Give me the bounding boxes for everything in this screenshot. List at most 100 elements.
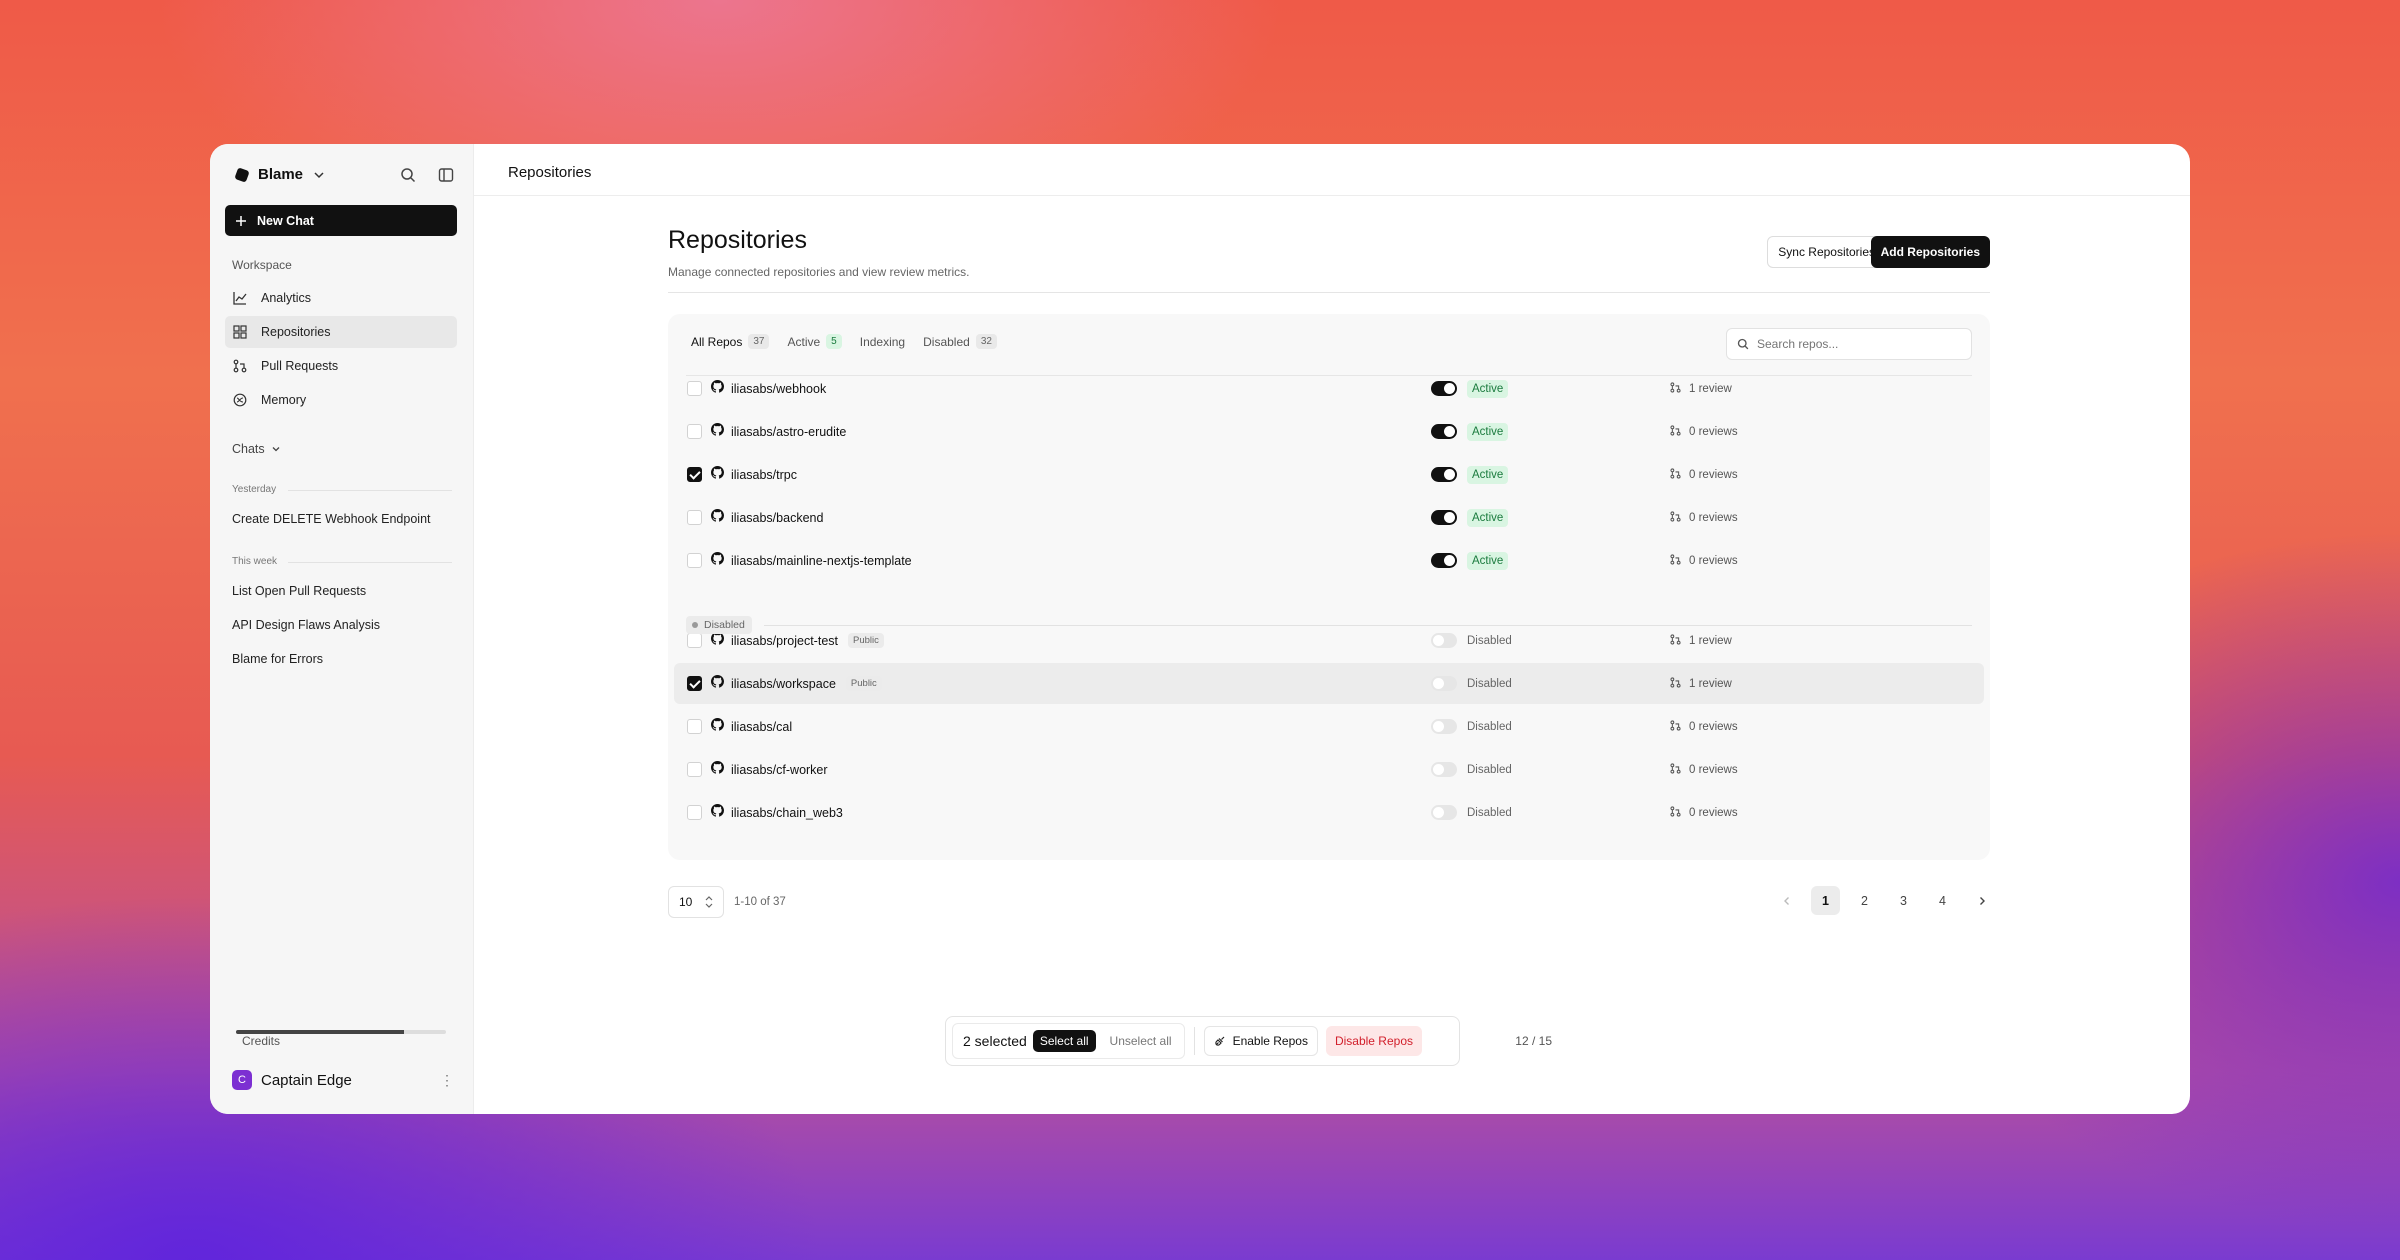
more-vertical-icon[interactable]: ⋮ bbox=[440, 1072, 454, 1089]
repo-name[interactable]: iliasabs/webhook bbox=[731, 382, 826, 396]
tab-indexing[interactable]: Indexing bbox=[860, 335, 905, 349]
repo-name-cell: iliasabs/cal bbox=[731, 720, 792, 734]
disable-repos-button[interactable]: Disable Repos bbox=[1325, 1026, 1422, 1056]
enable-toggle[interactable] bbox=[1431, 424, 1457, 439]
enable-toggle[interactable] bbox=[1431, 553, 1457, 568]
status-badge: Active bbox=[1467, 422, 1509, 441]
pull-request-icon bbox=[1670, 676, 1681, 691]
row-checkbox[interactable] bbox=[687, 424, 702, 439]
table-row[interactable]: iliasabs/workspace Public Disabled 1 review bbox=[674, 663, 1984, 704]
table-row[interactable]: iliasabs/astro-erudite Active 0 reviews bbox=[674, 411, 1984, 452]
table-row[interactable]: iliasabs/chain_web3 Disabled 0 reviews bbox=[674, 792, 1984, 833]
enable-repos-button[interactable]: Enable Repos bbox=[1203, 1026, 1318, 1056]
workspace-switcher[interactable]: Blame bbox=[234, 166, 325, 183]
page-button[interactable]: 2 bbox=[1850, 886, 1879, 915]
row-checkbox[interactable] bbox=[687, 805, 702, 820]
enable-toggle[interactable] bbox=[1431, 510, 1457, 525]
enable-toggle[interactable] bbox=[1431, 467, 1457, 482]
prev-page-button[interactable] bbox=[1772, 886, 1801, 915]
enable-toggle[interactable] bbox=[1431, 381, 1457, 396]
search-icon[interactable] bbox=[399, 166, 417, 184]
row-checkbox[interactable] bbox=[687, 553, 702, 568]
chat-item[interactable]: Create DELETE Webhook Endpoint bbox=[232, 512, 431, 526]
unselect-all-button[interactable]: Unselect all bbox=[1102, 1030, 1180, 1052]
review-count: 0 reviews bbox=[1670, 805, 1738, 820]
enable-toggle[interactable] bbox=[1431, 633, 1457, 648]
review-count-label: 0 reviews bbox=[1689, 806, 1738, 819]
review-count-label: 1 review bbox=[1689, 634, 1732, 647]
tab-active[interactable]: Active 5 bbox=[787, 334, 842, 349]
new-chat-button[interactable]: New Chat bbox=[225, 205, 457, 236]
enable-toggle[interactable] bbox=[1431, 719, 1457, 734]
sidebar-toggle-icon[interactable] bbox=[437, 166, 455, 184]
enable-toggle[interactable] bbox=[1431, 805, 1457, 820]
sidebar-item-label: Pull Requests bbox=[261, 359, 339, 373]
review-count-label: 1 review bbox=[1689, 382, 1732, 395]
page-size-control: 10 1-10 of 37 bbox=[668, 886, 786, 918]
enable-toggle[interactable] bbox=[1431, 676, 1457, 691]
table-row[interactable]: iliasabs/webhook Active 1 review bbox=[674, 368, 1984, 409]
table-row[interactable]: iliasabs/backend Active 0 reviews bbox=[674, 497, 1984, 538]
visibility-badge: Public bbox=[845, 676, 882, 691]
repo-name[interactable]: iliasabs/workspace bbox=[731, 677, 836, 691]
repo-name[interactable]: iliasabs/astro-erudite bbox=[731, 425, 846, 439]
page-button[interactable]: 4 bbox=[1928, 886, 1957, 915]
review-count: 1 review bbox=[1670, 633, 1732, 648]
github-icon bbox=[711, 631, 724, 650]
tab-all-repos[interactable]: All Repos 37 bbox=[691, 334, 770, 349]
breadcrumb: Repositories bbox=[508, 164, 592, 181]
enable-repos-label: Enable Repos bbox=[1232, 1034, 1308, 1048]
tab-disabled[interactable]: Disabled 32 bbox=[923, 334, 997, 349]
github-icon bbox=[711, 379, 724, 398]
repo-name[interactable]: iliasabs/mainline-nextjs-template bbox=[731, 554, 912, 568]
select-all-button[interactable]: Select all bbox=[1032, 1030, 1096, 1052]
enable-toggle[interactable] bbox=[1431, 762, 1457, 777]
disabled-section-label: Disabled bbox=[704, 619, 745, 631]
sidebar-item-analytics[interactable]: Analytics bbox=[225, 282, 457, 314]
user-menu[interactable]: C Captain Edge ⋮ bbox=[232, 1070, 454, 1090]
repo-name-cell: iliasabs/chain_web3 bbox=[731, 806, 843, 820]
repo-name[interactable]: iliasabs/cal bbox=[731, 720, 792, 734]
row-checkbox[interactable] bbox=[687, 510, 702, 525]
row-checkbox[interactable] bbox=[687, 719, 702, 734]
status-badge: Disabled bbox=[1467, 763, 1512, 776]
search-input[interactable] bbox=[1757, 337, 1947, 351]
row-checkbox[interactable] bbox=[687, 467, 702, 482]
page-button[interactable]: 3 bbox=[1889, 886, 1918, 915]
sidebar-item-pull-requests[interactable]: Pull Requests bbox=[225, 350, 457, 382]
table-row[interactable]: iliasabs/trpc Active 0 reviews bbox=[674, 454, 1984, 495]
divider bbox=[764, 625, 1972, 626]
page-size-select[interactable]: 10 bbox=[668, 886, 724, 918]
pagination-range: 1-10 of 37 bbox=[734, 896, 786, 908]
sidebar-item-repositories[interactable]: Repositories bbox=[225, 316, 457, 348]
repo-name-cell: iliasabs/trpc bbox=[731, 468, 797, 482]
row-checkbox[interactable] bbox=[687, 762, 702, 777]
chat-item[interactable]: Blame for Errors bbox=[232, 652, 323, 666]
sync-repositories-button[interactable]: Sync Repositories bbox=[1767, 236, 1886, 268]
table-row[interactable]: iliasabs/mainline-nextjs-template Active 0… bbox=[674, 540, 1984, 581]
row-checkbox[interactable] bbox=[687, 676, 702, 691]
repo-name[interactable]: iliasabs/project-test bbox=[731, 634, 838, 648]
chat-item[interactable]: List Open Pull Requests bbox=[232, 584, 366, 598]
chats-toggle[interactable]: Chats bbox=[232, 442, 281, 456]
repo-name[interactable]: iliasabs/trpc bbox=[731, 468, 797, 482]
sidebar-item-label: Memory bbox=[261, 393, 307, 407]
tab-label: Indexing bbox=[859, 334, 906, 349]
next-page-button[interactable] bbox=[1967, 886, 1996, 915]
table-row[interactable]: iliasabs/cf-worker Disabled 0 reviews bbox=[674, 749, 1984, 790]
row-checkbox[interactable] bbox=[687, 633, 702, 648]
disabled-section-badge: Disabled bbox=[686, 616, 752, 634]
chevron-updown-icon bbox=[705, 896, 713, 908]
repo-name[interactable]: iliasabs/cf-worker bbox=[731, 763, 828, 777]
repo-name[interactable]: iliasabs/backend bbox=[731, 511, 823, 525]
app-window: Blame New Chat Workspace Analytics Repos… bbox=[210, 144, 2190, 1114]
chat-item[interactable]: API Design Flaws Analysis bbox=[232, 618, 380, 632]
repo-name[interactable]: iliasabs/chain_web3 bbox=[731, 806, 843, 820]
table-row[interactable]: iliasabs/cal Disabled 0 reviews bbox=[674, 706, 1984, 747]
sidebar-item-memory[interactable]: Memory bbox=[225, 384, 457, 416]
row-checkbox[interactable] bbox=[687, 381, 702, 396]
page-button[interactable]: 1 bbox=[1811, 886, 1840, 915]
add-repositories-button[interactable]: Add Repositories bbox=[1870, 236, 1990, 268]
table-row[interactable]: iliasabs/project-test Public Disabled 1 rev… bbox=[674, 620, 1984, 661]
page-size-value: 10 bbox=[679, 895, 693, 909]
